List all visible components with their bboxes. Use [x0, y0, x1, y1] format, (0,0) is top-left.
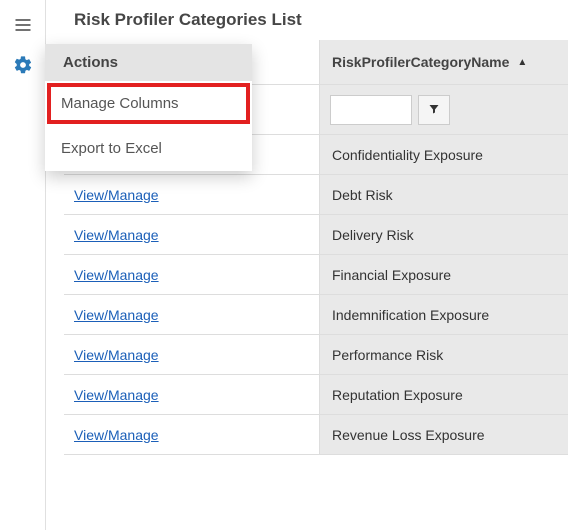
cell-action: View/Manage	[64, 215, 319, 254]
table-row: View/Manage Delivery Risk	[64, 215, 568, 255]
view-manage-link[interactable]: View/Manage	[74, 267, 159, 283]
table-row: View/Manage Performance Risk	[64, 335, 568, 375]
table-row: View/Manage Revenue Loss Exposure	[64, 415, 568, 455]
cell-name: Financial Exposure	[319, 255, 568, 294]
actions-dropdown: Actions Manage ColumnsExport to Excel	[45, 44, 252, 171]
sidebar	[0, 0, 46, 530]
sort-asc-icon: ▲	[517, 57, 527, 68]
filter-cell-name	[319, 85, 568, 134]
cell-name: Revenue Loss Exposure	[319, 415, 568, 454]
filter-button-name[interactable]	[418, 95, 450, 125]
view-manage-link[interactable]: View/Manage	[74, 227, 159, 243]
column-header-name[interactable]: RiskProfilerCategoryName ▲	[319, 40, 568, 84]
view-manage-link[interactable]: View/Manage	[74, 347, 159, 363]
table-row: View/Manage Debt Risk	[64, 175, 568, 215]
column-header-name-label: RiskProfilerCategoryName	[332, 54, 509, 70]
view-manage-link[interactable]: View/Manage	[74, 187, 159, 203]
cell-name: Delivery Risk	[319, 215, 568, 254]
view-manage-link[interactable]: View/Manage	[74, 387, 159, 403]
table-row: View/Manage Financial Exposure	[64, 255, 568, 295]
cell-name: Confidentiality Exposure	[319, 135, 568, 174]
cell-name: Performance Risk	[319, 335, 568, 374]
hamburger-icon	[13, 15, 33, 38]
actions-dropdown-header[interactable]: Actions	[45, 44, 252, 81]
page-title: Risk Profiler Categories List	[46, 0, 586, 40]
app-root: Risk Profiler Categories List RiskProfil…	[0, 0, 586, 530]
table-row: View/Manage Indemnification Exposure	[64, 295, 568, 335]
table-body: View/ManageConfidentiality ExposureView/…	[64, 135, 568, 455]
cell-action: View/Manage	[64, 175, 319, 214]
filter-input-name[interactable]	[330, 95, 412, 125]
cell-action: View/Manage	[64, 295, 319, 334]
cell-name: Reputation Exposure	[319, 375, 568, 414]
view-manage-link[interactable]: View/Manage	[74, 307, 159, 323]
cell-action: View/Manage	[64, 255, 319, 294]
cell-name: Debt Risk	[319, 175, 568, 214]
menu-toggle-button[interactable]	[3, 6, 43, 46]
cell-name: Indemnification Exposure	[319, 295, 568, 334]
actions-item-export-to-excel[interactable]: Export to Excel	[45, 126, 252, 171]
cell-action: View/Manage	[64, 415, 319, 454]
gear-icon	[13, 55, 33, 78]
actions-dropdown-items: Manage ColumnsExport to Excel	[45, 81, 252, 171]
cell-action: View/Manage	[64, 335, 319, 374]
settings-button[interactable]	[3, 46, 43, 86]
view-manage-link[interactable]: View/Manage	[74, 427, 159, 443]
cell-action: View/Manage	[64, 375, 319, 414]
table-row: View/Manage Reputation Exposure	[64, 375, 568, 415]
filter-icon	[428, 102, 440, 118]
actions-item-manage-columns[interactable]: Manage Columns	[45, 81, 252, 126]
